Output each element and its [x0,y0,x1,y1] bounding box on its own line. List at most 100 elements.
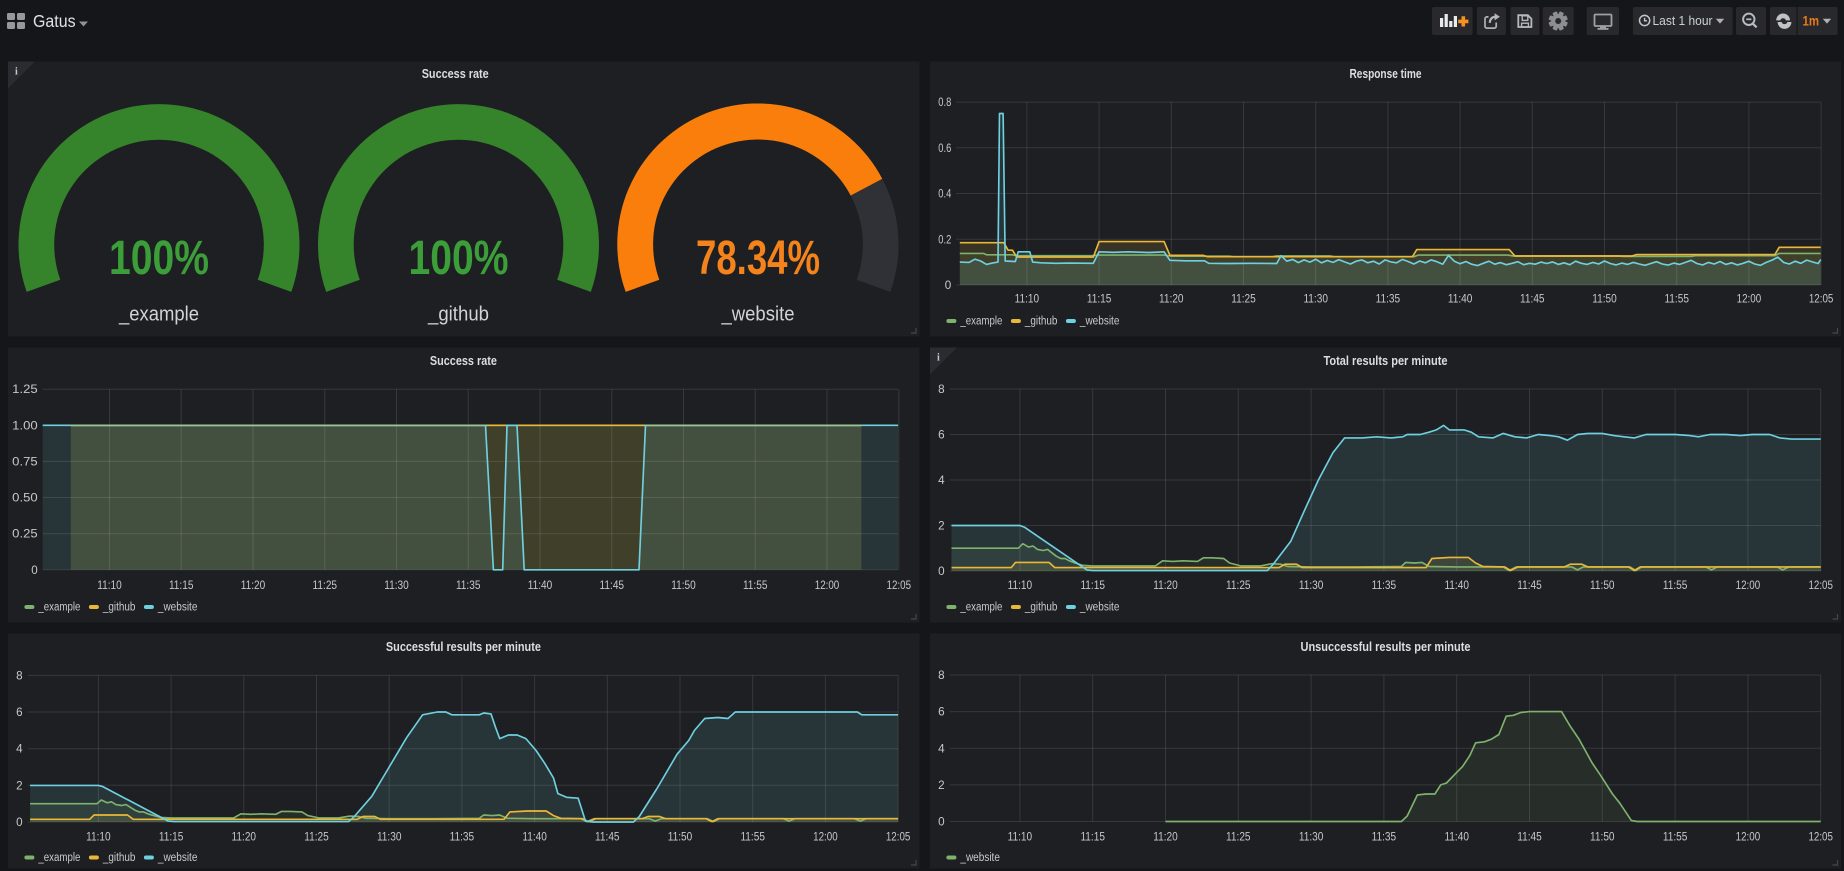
svg-text:11:20: 11:20 [1153,578,1178,592]
svg-text:11:45: 11:45 [1517,830,1542,844]
svg-text:11:45: 11:45 [1520,292,1545,306]
svg-text:0: 0 [945,278,952,292]
svg-text:1.25: 1.25 [12,382,38,396]
svg-text:11:40: 11:40 [1444,830,1469,844]
svg-text:0.75: 0.75 [12,454,38,468]
svg-text:2: 2 [938,778,945,792]
svg-text:11:45: 11:45 [600,578,625,592]
svg-text:11:50: 11:50 [668,830,693,844]
svg-text:12:00: 12:00 [813,830,838,844]
svg-text:12:05: 12:05 [1809,292,1834,306]
svg-text:Last 1 hour: Last 1 hour [1653,13,1714,28]
svg-text:12:00: 12:00 [1736,830,1761,844]
svg-text:_website: _website [157,602,197,614]
svg-text:11:45: 11:45 [1517,578,1542,592]
svg-text:11:10: 11:10 [86,830,111,844]
svg-text:_example: _example [38,852,81,864]
svg-text:2: 2 [938,519,945,533]
svg-text:11:30: 11:30 [377,830,402,844]
svg-text:_example: _example [118,303,199,326]
svg-text:11:15: 11:15 [1087,292,1112,306]
svg-text:12:00: 12:00 [1736,578,1761,592]
svg-text:12:00: 12:00 [815,578,840,592]
svg-text:0.8: 0.8 [938,95,951,109]
svg-text:_github: _github [1024,316,1057,328]
svg-text:_example: _example [38,602,81,614]
svg-text:0: 0 [16,815,23,829]
svg-text:0: 0 [938,815,945,829]
svg-text:11:40: 11:40 [1444,578,1469,592]
svg-text:Gatus: Gatus [33,11,76,31]
svg-text:11:20: 11:20 [1159,292,1184,306]
svg-text:11:50: 11:50 [1592,292,1617,306]
svg-text:0: 0 [31,563,38,577]
svg-text:12:05: 12:05 [1808,578,1833,592]
svg-text:11:10: 11:10 [97,578,122,592]
svg-text:11:35: 11:35 [456,578,481,592]
svg-text:0.50: 0.50 [12,491,38,505]
svg-text:_example: _example [960,316,1003,328]
svg-text:11:25: 11:25 [304,830,329,844]
svg-text:11:40: 11:40 [522,830,547,844]
svg-text:1.00: 1.00 [12,418,38,432]
svg-text:Total results per minute: Total results per minute [1324,353,1448,368]
svg-text:78.34%: 78.34% [696,232,820,285]
svg-text:8: 8 [16,668,23,682]
svg-text:11:55: 11:55 [743,578,768,592]
svg-text:4: 4 [16,742,23,756]
svg-text:11:30: 11:30 [384,578,409,592]
svg-text:11:15: 11:15 [1080,830,1105,844]
svg-text:6: 6 [938,428,945,442]
svg-text:11:55: 11:55 [1663,830,1688,844]
svg-text:11:20: 11:20 [241,578,266,592]
svg-text:_github: _github [102,602,135,614]
svg-text:12:00: 12:00 [1737,292,1762,306]
svg-text:11:55: 11:55 [1663,578,1688,592]
svg-text:Success rate: Success rate [430,353,497,368]
svg-text:_github: _github [1024,602,1057,614]
svg-text:0.4: 0.4 [938,187,951,201]
svg-text:11:35: 11:35 [450,830,475,844]
svg-text:6: 6 [16,705,23,719]
svg-text:0: 0 [938,564,945,578]
svg-text:11:25: 11:25 [1226,830,1251,844]
svg-text:_website: _website [960,852,1000,864]
svg-text:2: 2 [16,778,23,792]
svg-text:11:15: 11:15 [159,830,184,844]
svg-text:Unsuccessful results per minut: Unsuccessful results per minute [1301,639,1471,654]
svg-text:11:25: 11:25 [1226,578,1251,592]
svg-text:11:30: 11:30 [1299,830,1324,844]
svg-text:8: 8 [938,382,945,396]
svg-text:11:15: 11:15 [169,578,194,592]
svg-text:11:55: 11:55 [1664,292,1689,306]
svg-text:11:35: 11:35 [1372,830,1397,844]
svg-text:11:50: 11:50 [671,578,696,592]
svg-text:4: 4 [938,741,945,755]
svg-text:100%: 100% [109,232,209,285]
svg-text:Response time: Response time [1350,66,1422,81]
svg-text:_github: _github [102,852,135,864]
svg-text:4: 4 [938,473,945,487]
svg-text:6: 6 [938,705,945,719]
svg-text:12:05: 12:05 [886,830,911,844]
svg-text:11:35: 11:35 [1372,578,1397,592]
svg-text:0.6: 0.6 [938,141,951,155]
svg-text:11:20: 11:20 [232,830,257,844]
svg-text:_website: _website [721,303,795,326]
svg-text:11:10: 11:10 [1015,292,1040,306]
svg-text:11:20: 11:20 [1153,830,1178,844]
svg-text:8: 8 [938,668,945,682]
svg-text:1m: 1m [1803,13,1820,28]
svg-text:11:25: 11:25 [313,578,338,592]
svg-text:i: i [15,67,18,78]
svg-text:11:45: 11:45 [595,830,620,844]
svg-text:12:05: 12:05 [887,578,912,592]
svg-text:i: i [937,353,940,364]
svg-text:_example: _example [960,602,1003,614]
svg-text:11:25: 11:25 [1231,292,1256,306]
svg-text:11:50: 11:50 [1590,578,1615,592]
svg-text:11:10: 11:10 [1008,830,1033,844]
svg-text:Successful results per minute: Successful results per minute [386,639,541,654]
svg-text:_github: _github [427,303,489,326]
svg-text:11:55: 11:55 [740,830,765,844]
